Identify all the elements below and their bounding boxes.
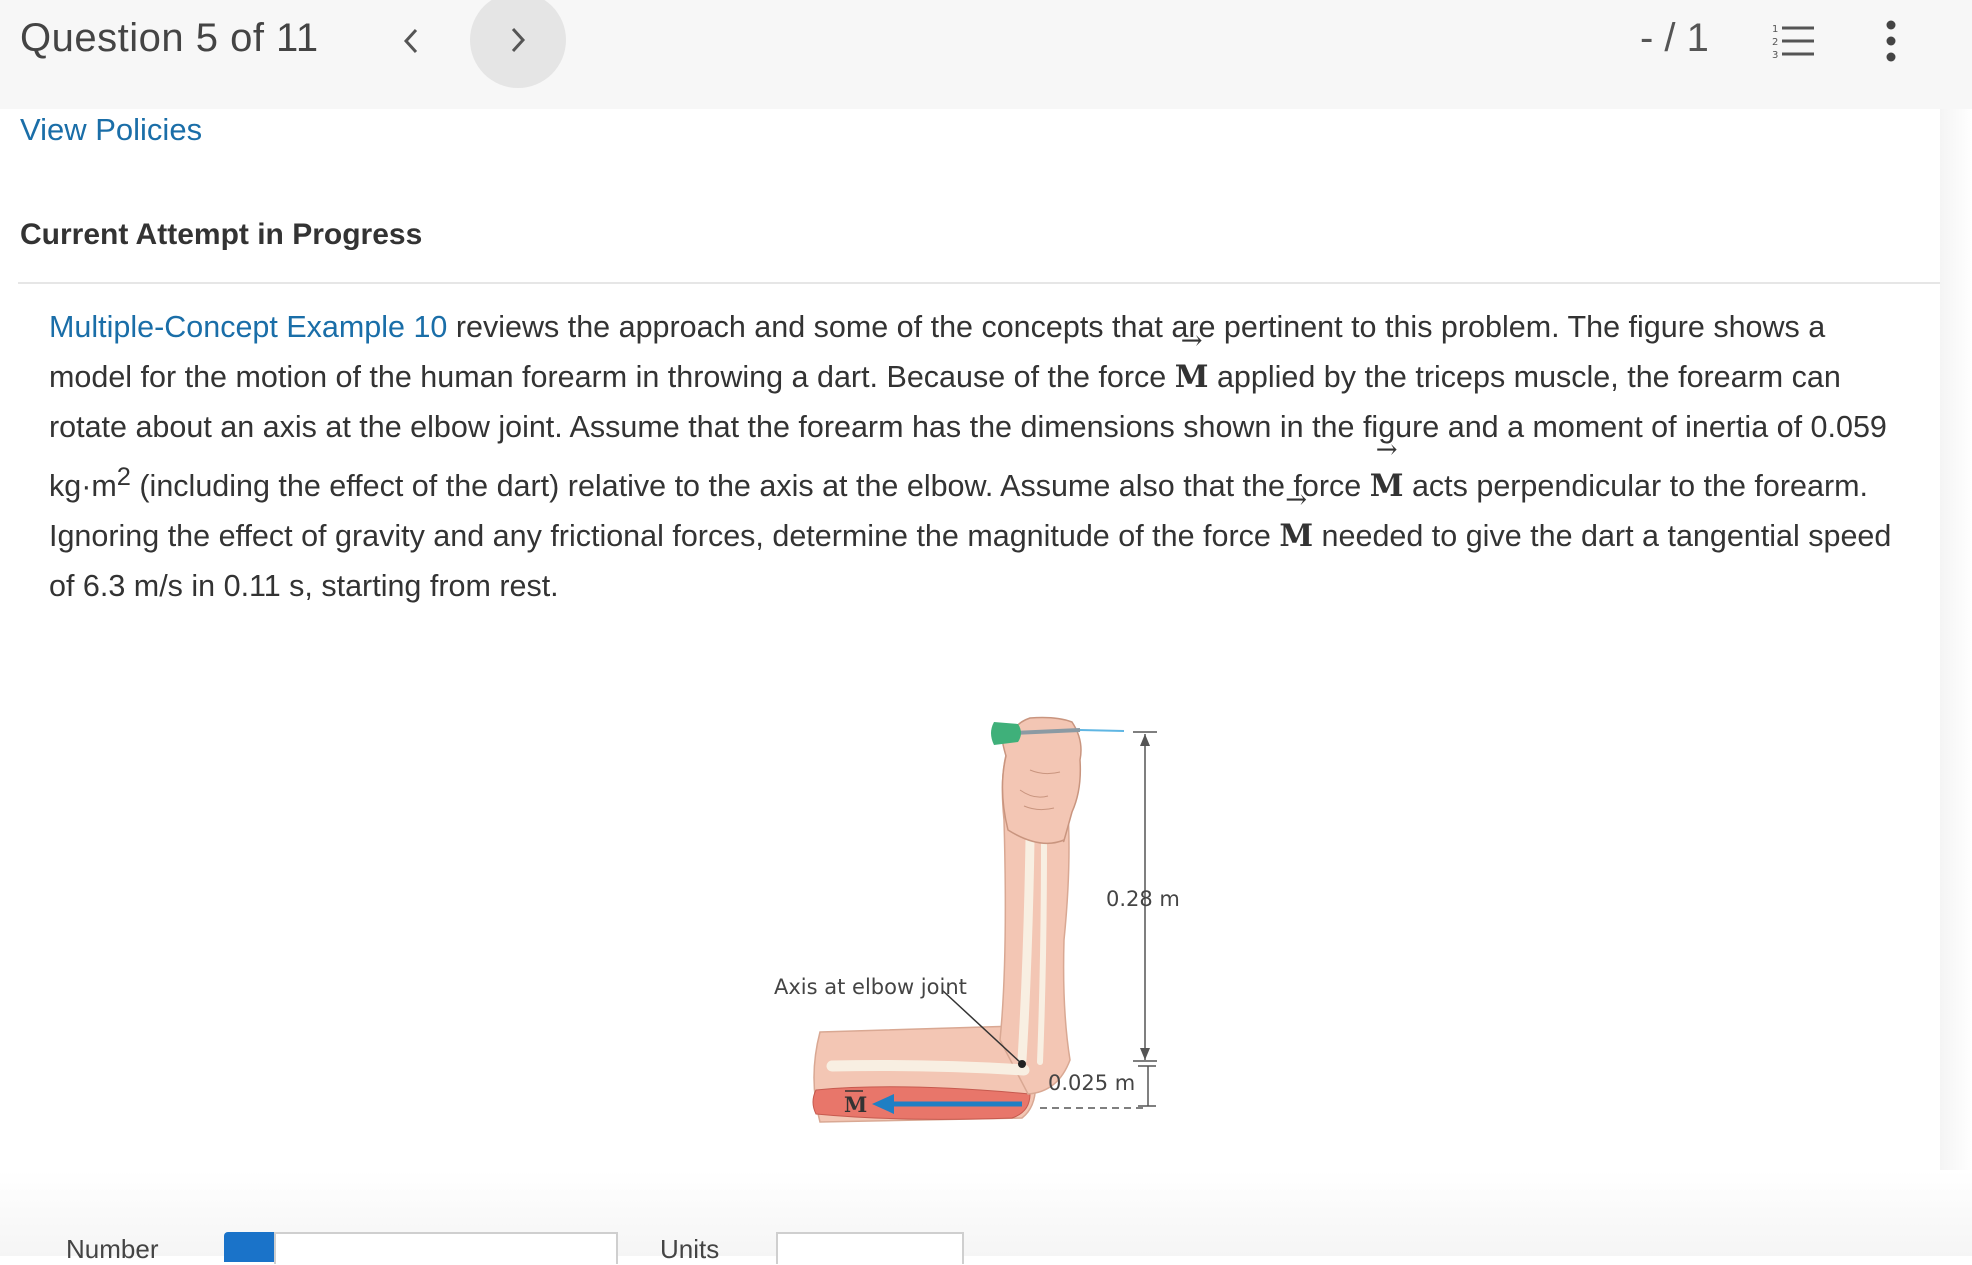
answer-details-button[interactable] [224,1232,274,1262]
units-select[interactable] [776,1232,964,1264]
previous-question-button[interactable] [386,16,436,66]
offset-label: 0.025 m [1048,1071,1135,1095]
problem-text-3: (including the effect of the dart) relat… [130,469,1370,504]
question-list-button[interactable]: 1 2 3 [1770,20,1820,61]
panel-edge [1940,109,1972,1256]
force-symbol-letter: M [1369,468,1404,505]
force-label: M [844,1092,867,1117]
problem-statement: Multiple-Concept Example 10 reviews the … [49,302,1909,611]
number-label: Number [66,1234,159,1264]
force-vector-symbol: → M [1369,437,1404,511]
example-link[interactable]: Multiple-Concept Example 10 [49,310,447,344]
axis-label: Axis at elbow joint [774,975,967,999]
length-label: 0.28 m [1106,887,1180,911]
force-vector-symbol: → M [1174,328,1209,402]
score-display: - / 1 [1640,16,1709,60]
vector-arrow: → [1375,435,1398,466]
force-vector-symbol: → M [1279,487,1314,561]
svg-text:3: 3 [1772,50,1778,60]
humerus-bone [826,1060,1030,1076]
dimension-arrowhead [1140,1048,1150,1060]
chevron-left-icon [403,28,418,54]
forearm-figure: 0.28 m 0.025 m Axis at elbow joint M [774,716,1180,1123]
exponent: 2 [116,463,131,491]
divider [18,282,1940,284]
more-options-button[interactable] [1876,18,1906,64]
force-symbol-letter: M [1279,518,1314,555]
dart-flight [991,722,1021,745]
dimension-arrowhead [1140,734,1150,746]
more-vertical-icon [1886,20,1896,62]
numbered-list-icon: 1 2 3 [1772,24,1814,61]
view-policies-link[interactable]: View Policies [20,112,202,148]
attempt-heading: Current Attempt in Progress [20,218,423,251]
svg-text:2: 2 [1772,37,1778,48]
vector-arrow: → [1180,326,1203,356]
svg-text:1: 1 [1772,24,1778,35]
dart-tip [1079,729,1125,732]
vector-arrow: → [1285,485,1308,516]
units-label: Units [660,1234,720,1264]
chevron-right-icon [511,27,526,53]
question-counter: Question 5 of 11 [20,16,319,60]
force-symbol-letter: M [1174,359,1209,395]
number-input[interactable] [274,1232,618,1264]
elbow-axis-point [1018,1060,1026,1068]
